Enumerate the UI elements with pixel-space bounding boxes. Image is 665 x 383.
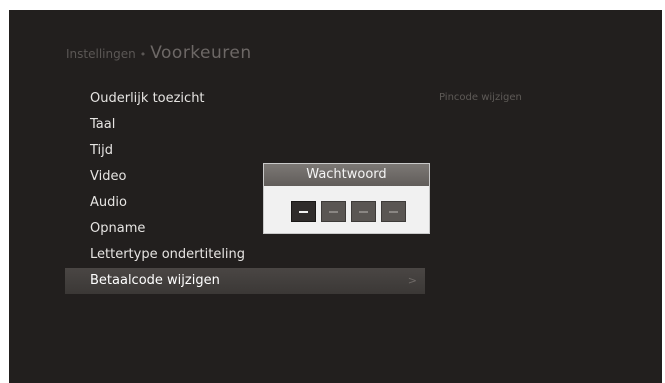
menu-item-label: Taal — [90, 117, 116, 132]
tv-screen: Instellingen • Voorkeuren Ouderlijk toezic… — [9, 10, 662, 383]
pin-digit-1[interactable] — [291, 201, 316, 222]
pin-digit-3[interactable] — [351, 201, 376, 222]
menu-item-ouderlijk-toezicht[interactable]: Ouderlijk toezicht — [65, 86, 425, 112]
pin-digit-4[interactable] — [381, 201, 406, 222]
dash-icon — [389, 210, 398, 213]
pin-digit-2[interactable] — [321, 201, 346, 222]
menu-item-label: Betaalcode wijzigen — [90, 273, 220, 288]
dash-icon — [359, 210, 368, 213]
password-dialog: Wachtwoord — [263, 163, 430, 234]
menu-item-label: Tijd — [90, 143, 114, 158]
menu-item-taal[interactable]: Taal — [65, 112, 425, 138]
menu-item-label: Audio — [90, 195, 127, 210]
menu-item-tijd[interactable]: Tijd — [65, 138, 425, 164]
dash-icon — [299, 210, 308, 213]
menu-item-betaalcode-wijzigen[interactable]: Betaalcode wijzigen > — [65, 268, 425, 294]
menu-item-label: Video — [90, 169, 127, 184]
breadcrumb: Instellingen • Voorkeuren — [66, 43, 252, 63]
menu-item-label: Opname — [90, 221, 146, 236]
breadcrumb-parent: Instellingen — [66, 47, 136, 61]
page-title: Voorkeuren — [150, 43, 252, 63]
submenu-hint: Pincode wijzigen — [439, 92, 522, 103]
pin-input-row — [291, 201, 406, 222]
password-dialog-title: Wachtwoord — [264, 164, 429, 186]
dash-icon — [329, 210, 338, 213]
menu-item-label: Ouderlijk toezicht — [90, 91, 205, 106]
menu-item-label: Lettertype ondertiteling — [90, 247, 246, 262]
breadcrumb-separator: • — [139, 48, 147, 61]
menu-item-lettertype-ondertiteling[interactable]: Lettertype ondertiteling — [65, 242, 425, 268]
chevron-right-icon: > — [407, 274, 417, 287]
